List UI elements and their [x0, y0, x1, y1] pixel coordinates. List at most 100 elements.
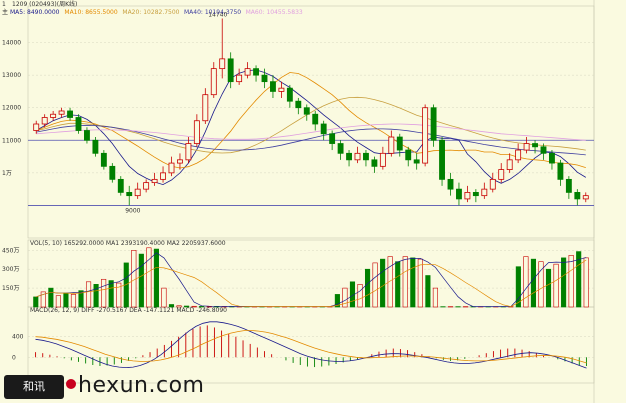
candle-body — [303, 107, 310, 115]
candle-body — [540, 146, 547, 154]
candle-body — [430, 107, 437, 141]
candle-body — [523, 143, 530, 151]
volume-tick-label: 450万 — [2, 247, 19, 254]
volume-bar — [583, 257, 589, 308]
candle-body — [185, 143, 192, 161]
volume-bar — [364, 268, 371, 308]
volume-bar — [380, 258, 386, 308]
volume-tick-label: 150万 — [2, 285, 19, 292]
volume-bar — [153, 248, 159, 308]
volume-bar — [63, 292, 69, 308]
volume-bar — [530, 258, 537, 308]
price-tick-label: 11000 — [2, 137, 21, 144]
candle-body — [337, 143, 344, 154]
candle — [430, 104, 437, 147]
candle-body — [58, 110, 65, 115]
candle-body — [363, 152, 369, 161]
price-tick-label: 14000 — [2, 40, 21, 47]
candle-body — [75, 117, 82, 131]
candle-body — [270, 81, 276, 92]
candle-body — [286, 87, 293, 102]
candle-body — [33, 123, 40, 131]
candle-body — [413, 159, 420, 164]
candle-body — [329, 133, 336, 144]
legend-ma60: MA60: 10455.5833 — [246, 9, 303, 16]
candle — [100, 150, 107, 170]
volume-bar — [70, 294, 77, 308]
candle-body — [41, 117, 48, 125]
candle-body — [532, 143, 538, 148]
candle-body — [67, 110, 73, 118]
volume-bar — [357, 284, 363, 308]
legend-ma5: MA5: 8490.0000 — [10, 9, 60, 16]
volume-bar — [553, 263, 559, 308]
candle-body — [202, 94, 209, 122]
candle — [439, 137, 445, 186]
volume-bar — [101, 278, 107, 308]
volume-bar — [131, 250, 137, 308]
macd-tick-label: 400 — [12, 334, 24, 341]
candle-body — [168, 162, 175, 174]
candle-body — [244, 68, 251, 76]
macd-tick-label: 0 — [12, 354, 16, 361]
volume-bar — [402, 256, 408, 308]
price-tick-label: 1万 — [2, 170, 12, 177]
candle — [109, 163, 116, 183]
candle-body — [261, 74, 268, 83]
legend-prefix: 主 — [2, 8, 8, 16]
price-tick-label: 12000 — [2, 105, 21, 112]
candle-body — [439, 139, 445, 180]
volume-legend: VOL(5, 10) 165292.0000 MA1 2393190.4000 … — [30, 240, 226, 247]
volume-bar — [138, 253, 144, 308]
candle-body — [582, 195, 589, 200]
volume-bar — [161, 287, 167, 308]
candle — [92, 137, 99, 157]
volume-bar — [93, 284, 99, 308]
volume-bar — [395, 261, 401, 308]
volume-bar — [33, 296, 39, 308]
legend-ma20: MA20: 10282.7500 — [122, 9, 179, 16]
candle-body — [236, 74, 243, 83]
macd-legend: MACD(26, 12, 9) DIFF -270.5167 DEA -147.… — [30, 307, 227, 314]
candle-body — [574, 191, 581, 200]
volume-bar — [523, 256, 529, 308]
candle-body — [549, 152, 555, 164]
candle-body — [278, 87, 285, 92]
candle-body — [219, 58, 226, 70]
candle-body — [177, 159, 183, 164]
volume-bar — [85, 281, 92, 308]
candle — [117, 176, 124, 196]
candle-body — [227, 58, 234, 83]
volume-bar — [425, 275, 431, 308]
candle-body — [472, 191, 479, 197]
candle-body — [143, 182, 150, 190]
candle-body — [506, 159, 513, 170]
low-price-label: 9000 — [125, 207, 140, 214]
candle-body — [84, 130, 90, 141]
volume-bar — [545, 268, 552, 308]
candle-body — [126, 191, 133, 197]
candle-body — [456, 188, 462, 200]
candle-body — [253, 68, 259, 76]
volume-bar — [561, 257, 567, 308]
candle-body — [396, 136, 403, 151]
candle-body — [489, 178, 496, 190]
candle-body — [464, 191, 471, 200]
candle — [75, 114, 82, 134]
volume-bar — [410, 257, 416, 308]
candle-body — [354, 152, 361, 161]
stock-chart: 140001300012000110001万1474090001 1209 (02… — [0, 0, 626, 403]
volume-tick-label: 300万 — [2, 266, 19, 273]
candle-body — [371, 159, 378, 167]
candle-body — [100, 152, 107, 167]
candle-body — [447, 178, 454, 190]
candle-body — [388, 136, 395, 154]
price-tick-label: 13000 — [2, 72, 21, 79]
legend-ma10: MA10: 8655.5000 — [64, 9, 117, 16]
candle-body — [557, 162, 564, 180]
volume-bar — [515, 266, 521, 308]
candle-body — [295, 100, 302, 109]
volume-bar — [108, 280, 114, 308]
candle — [422, 104, 429, 167]
candle-body — [346, 152, 352, 161]
